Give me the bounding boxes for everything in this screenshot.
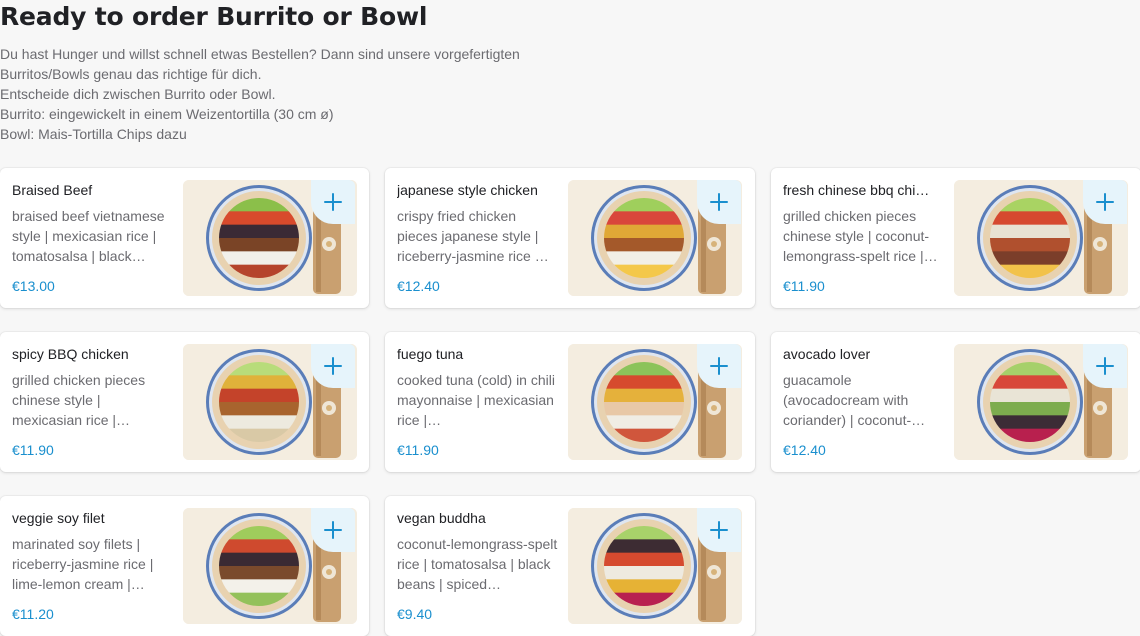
plus-icon xyxy=(324,193,342,211)
menu-item-description: marinated soy filets | riceberry-jasmine… xyxy=(12,536,154,592)
menu-item-name: veggie soy filet xyxy=(12,510,105,526)
menu-item-description: cooked tuna (cold) in chili mayonnaise |… xyxy=(397,372,555,428)
add-to-cart-button[interactable] xyxy=(311,180,355,224)
menu-item-card[interactable]: japanese style chicken crispy fried chick… xyxy=(385,168,755,308)
menu-item-price: €12.40 xyxy=(783,442,826,458)
menu-item-name: Braised Beef xyxy=(12,182,93,198)
description-line: Du hast Hunger und willst schnell etwas … xyxy=(0,46,520,62)
add-to-cart-button[interactable] xyxy=(697,180,741,224)
menu-item-description: grilled chicken pieces chinese style | c… xyxy=(783,208,938,264)
menu-item-description: crispy fried chicken pieces japanese sty… xyxy=(397,208,549,264)
section-title: Ready to order Burrito or Bowl xyxy=(0,2,428,31)
menu-item-name: japanese style chicken xyxy=(397,182,538,198)
menu-section: Ready to order Burrito or Bowl Du hast H… xyxy=(0,0,1140,636)
menu-item-price: €11.90 xyxy=(397,442,439,458)
menu-item-description: guacamole (avocadocream with coriander) … xyxy=(783,372,926,428)
menu-item-name: fresh chinese bbq chi… xyxy=(783,182,930,198)
menu-item-price: €13.00 xyxy=(12,278,55,294)
description-line: Entscheide dich zwischen Burrito oder Bo… xyxy=(0,86,276,102)
plus-icon xyxy=(710,193,728,211)
menu-item-card[interactable]: vegan buddha coconut-lemongrass-spelt ric… xyxy=(385,496,755,636)
add-to-cart-button[interactable] xyxy=(311,344,355,388)
add-to-cart-button[interactable] xyxy=(697,344,741,388)
plus-icon xyxy=(1096,193,1114,211)
add-to-cart-button[interactable] xyxy=(697,508,741,552)
menu-item-card[interactable]: Braised Beef braised beef vietnamese styl… xyxy=(0,168,369,308)
menu-item-grid: Braised Beef braised beef vietnamese styl… xyxy=(0,168,1140,636)
menu-item-price: €12.40 xyxy=(397,278,440,294)
menu-item-name: fuego tuna xyxy=(397,346,464,362)
description-line: Burrito: eingewickelt in einem Weizentor… xyxy=(0,106,334,122)
description-line: Bowl: Mais-Tortilla Chips dazu xyxy=(0,126,187,142)
section-description: Du hast Hunger und willst schnell etwas … xyxy=(0,44,600,144)
menu-item-price: €9.40 xyxy=(397,606,433,622)
menu-item-price: €11.90 xyxy=(12,442,54,458)
plus-icon xyxy=(710,357,728,375)
menu-item-name: vegan buddha xyxy=(397,510,486,526)
menu-item-card[interactable]: fuego tuna cooked tuna (cold) in chili ma… xyxy=(385,332,755,472)
add-to-cart-button[interactable] xyxy=(311,508,355,552)
menu-item-card[interactable]: avocado lover guacamole (avocadocream wit… xyxy=(771,332,1140,472)
menu-item-price: €11.90 xyxy=(783,278,825,294)
menu-item-name: spicy BBQ chicken xyxy=(12,346,129,362)
add-to-cart-button[interactable] xyxy=(1083,180,1127,224)
add-to-cart-button[interactable] xyxy=(1083,344,1127,388)
menu-item-price: €11.20 xyxy=(12,606,54,622)
plus-icon xyxy=(1096,357,1114,375)
menu-item-name: avocado lover xyxy=(783,346,871,362)
menu-item-description: grilled chicken pieces chinese style | m… xyxy=(12,372,146,428)
menu-item-description: coconut-lemongrass-spelt rice | tomatosa… xyxy=(397,536,558,592)
menu-item-description: braised beef vietnamese style | mexicasi… xyxy=(12,208,165,264)
plus-icon xyxy=(324,521,342,539)
plus-icon xyxy=(710,521,728,539)
menu-item-card[interactable]: veggie soy filet marinated soy filets | r… xyxy=(0,496,369,636)
description-line: Burritos/Bowls genau das richtige für di… xyxy=(0,66,262,82)
menu-item-card[interactable]: spicy BBQ chicken grilled chicken pieces … xyxy=(0,332,369,472)
menu-item-card[interactable]: fresh chinese bbq chi… grilled chicken pi… xyxy=(771,168,1140,308)
plus-icon xyxy=(324,357,342,375)
